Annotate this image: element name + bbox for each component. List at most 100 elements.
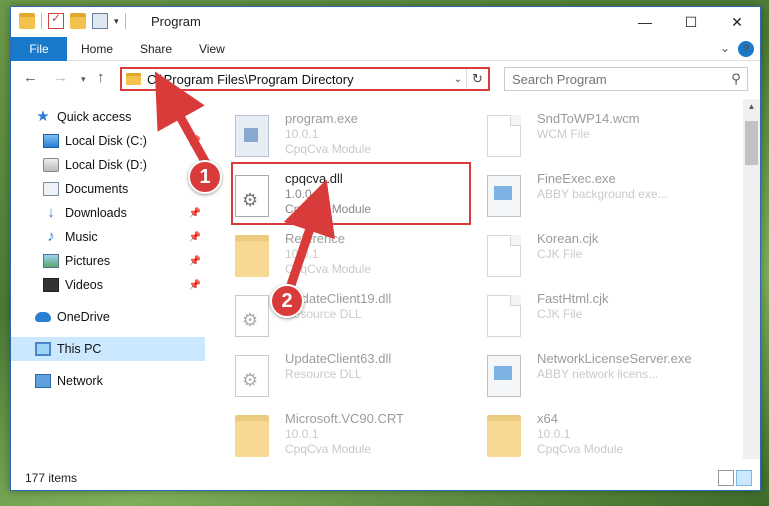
file-item[interactable]: ⚙ UpdateClient63.dll Resource DLL (215, 347, 455, 405)
pin-icon[interactable]: 📌 (189, 280, 201, 291)
sidebar-item-label: This PC (57, 342, 102, 356)
file-item[interactable]: SndToWP14.wcm WCM File (467, 107, 707, 165)
window-title: Program (151, 14, 201, 29)
file-detail: 10.0.1 (285, 247, 319, 261)
up-arrow-icon[interactable]: ↑ (97, 69, 105, 86)
sidebar-item-local-disk-d[interactable]: Local Disk (D:) (11, 153, 205, 177)
close-button[interactable]: ✕ (714, 7, 760, 37)
sidebar-item-downloads[interactable]: ↓ Downloads 📌 (11, 201, 205, 225)
title-bar: ▾ Program — ☐ ✕ (11, 7, 760, 37)
file-name: UpdateClient63.dll (285, 351, 392, 366)
file-detail: WCM File (537, 127, 590, 141)
download-icon: ↓ (47, 204, 55, 221)
refresh-icon[interactable]: ↻ (466, 69, 488, 89)
cloud-icon (35, 312, 51, 322)
document-icon (487, 295, 521, 337)
exe-icon (487, 175, 521, 217)
file-name: Reference (285, 231, 345, 246)
file-detail: CJK File (537, 307, 583, 321)
file-item[interactable]: program.exe 10.0.1 CpqCva Module (215, 107, 455, 165)
document-icon (487, 235, 521, 277)
sidebar-item-this-pc[interactable]: This PC (11, 337, 205, 361)
new-folder-icon[interactable] (70, 13, 86, 29)
file-detail: CpqCva Module (537, 442, 624, 456)
pin-icon[interactable]: 📌 (189, 256, 201, 267)
address-bar[interactable]: C:\Program Files\Program Directory ⌄ ↻ (120, 67, 490, 91)
search-box[interactable]: ⚲ (504, 67, 748, 91)
sidebar-item-videos[interactable]: Videos 📌 (11, 273, 205, 297)
toolbar-divider (124, 13, 126, 29)
sidebar-item-quick-access[interactable]: ★ Quick access (11, 105, 205, 129)
annotation-badge-1: 1 (188, 160, 222, 194)
file-item[interactable]: FineExec.exe ABBY background exe... (467, 167, 707, 225)
maximize-button[interactable]: ☐ (668, 7, 714, 37)
status-bar: 177 items (11, 466, 760, 490)
details-view-icon[interactable] (718, 470, 734, 486)
file-name: FastHtml.cjk (537, 291, 609, 306)
tab-file[interactable]: File (11, 37, 67, 61)
document-icon (487, 115, 521, 157)
properties-icon[interactable] (92, 13, 108, 29)
recent-locations-chevron-icon[interactable]: ▾ (81, 74, 86, 85)
file-name: NetworkLicenseServer.exe (537, 351, 692, 366)
large-icons-view-icon[interactable] (736, 470, 752, 486)
file-detail: 10.0.1 (285, 427, 319, 441)
properties-check-icon[interactable] (48, 11, 64, 29)
dll-gear-icon: ⚙ (235, 295, 269, 337)
navigation-bar: ← → ▾ ↑ C:\Program Files\Program Directo… (11, 63, 760, 95)
tab-view[interactable]: View (199, 37, 225, 61)
vertical-scrollbar[interactable]: ▲ (743, 99, 760, 459)
sidebar-item-local-disk-c[interactable]: Local Disk (C:) 📌 (11, 129, 205, 153)
tab-home[interactable]: Home (81, 37, 113, 61)
file-name: program.exe (285, 111, 358, 126)
dll-gear-icon: ⚙ (235, 355, 269, 397)
folder-icon (235, 235, 269, 277)
scroll-thumb[interactable] (745, 121, 758, 165)
file-item[interactable]: FastHtml.cjk CJK File (467, 287, 707, 345)
sidebar-item-onedrive[interactable]: OneDrive (11, 305, 205, 329)
address-path[interactable]: C:\Program Files\Program Directory (147, 72, 450, 87)
window-controls: — ☐ ✕ (622, 7, 760, 37)
sidebar-item-documents[interactable]: Documents (11, 177, 205, 201)
tab-share[interactable]: Share (140, 37, 172, 61)
pin-icon[interactable]: 📌 (189, 232, 201, 243)
file-item[interactable]: Reference 10.0.1 CpqCva Module (215, 227, 455, 285)
sidebar-item-label: Local Disk (D:) (65, 158, 147, 172)
file-item[interactable]: Microsoft.VC90.CRT 10.0.1 CpqCva Module (215, 407, 455, 459)
sidebar-item-label: Network (57, 374, 103, 388)
sidebar-item-label: Music (65, 230, 98, 244)
file-item[interactable]: ⚙ UpdateClient19.dll Resource DLL (215, 287, 455, 345)
item-count: 177 items (25, 471, 78, 485)
file-detail: ABBY background exe... (537, 187, 668, 201)
file-detail: ABBY network licens... (537, 367, 659, 381)
customize-toolbar-chevron-icon[interactable]: ▾ (114, 16, 119, 27)
file-item[interactable]: x64 10.0.1 CpqCva Module (467, 407, 707, 459)
sidebar-item-pictures[interactable]: Pictures 📌 (11, 249, 205, 273)
pin-icon[interactable]: 📌 (189, 208, 201, 219)
drive-icon (43, 158, 59, 172)
expand-ribbon-chevron-icon[interactable]: ⌄ (720, 41, 730, 55)
back-arrow-icon[interactable]: ← (23, 69, 38, 86)
file-detail: 10.0.1 (285, 127, 319, 141)
music-icon: ♪ (47, 228, 55, 245)
minimize-button[interactable]: — (622, 7, 668, 37)
search-input[interactable] (505, 71, 725, 87)
sidebar-item-label: OneDrive (57, 310, 110, 324)
sidebar-item-network[interactable]: Network (11, 369, 205, 393)
sidebar-item-label: Pictures (65, 254, 111, 268)
forward-arrow-icon[interactable]: → (53, 69, 68, 86)
file-name: Microsoft.VC90.CRT (285, 411, 404, 426)
search-icon[interactable]: ⚲ (725, 71, 747, 87)
sidebar-item-label: Videos (65, 278, 103, 292)
navigation-pane: ★ Quick access Local Disk (C:) 📌 Local D… (11, 99, 205, 459)
address-history-chevron-icon[interactable]: ⌄ (450, 74, 466, 85)
pin-icon[interactable]: 📌 (189, 136, 201, 147)
file-item[interactable]: NetworkLicenseServer.exe ABBY network li… (467, 347, 707, 405)
videos-icon (43, 278, 59, 292)
help-icon[interactable]: ? (738, 41, 754, 57)
scroll-up-arrow-icon[interactable]: ▲ (743, 99, 760, 115)
sidebar-item-music[interactable]: ♪ Music 📌 (11, 225, 205, 249)
file-item[interactable]: Korean.cjk CJK File (467, 227, 707, 285)
computer-icon (35, 342, 51, 356)
gear-icon: ⚙ (242, 370, 259, 390)
